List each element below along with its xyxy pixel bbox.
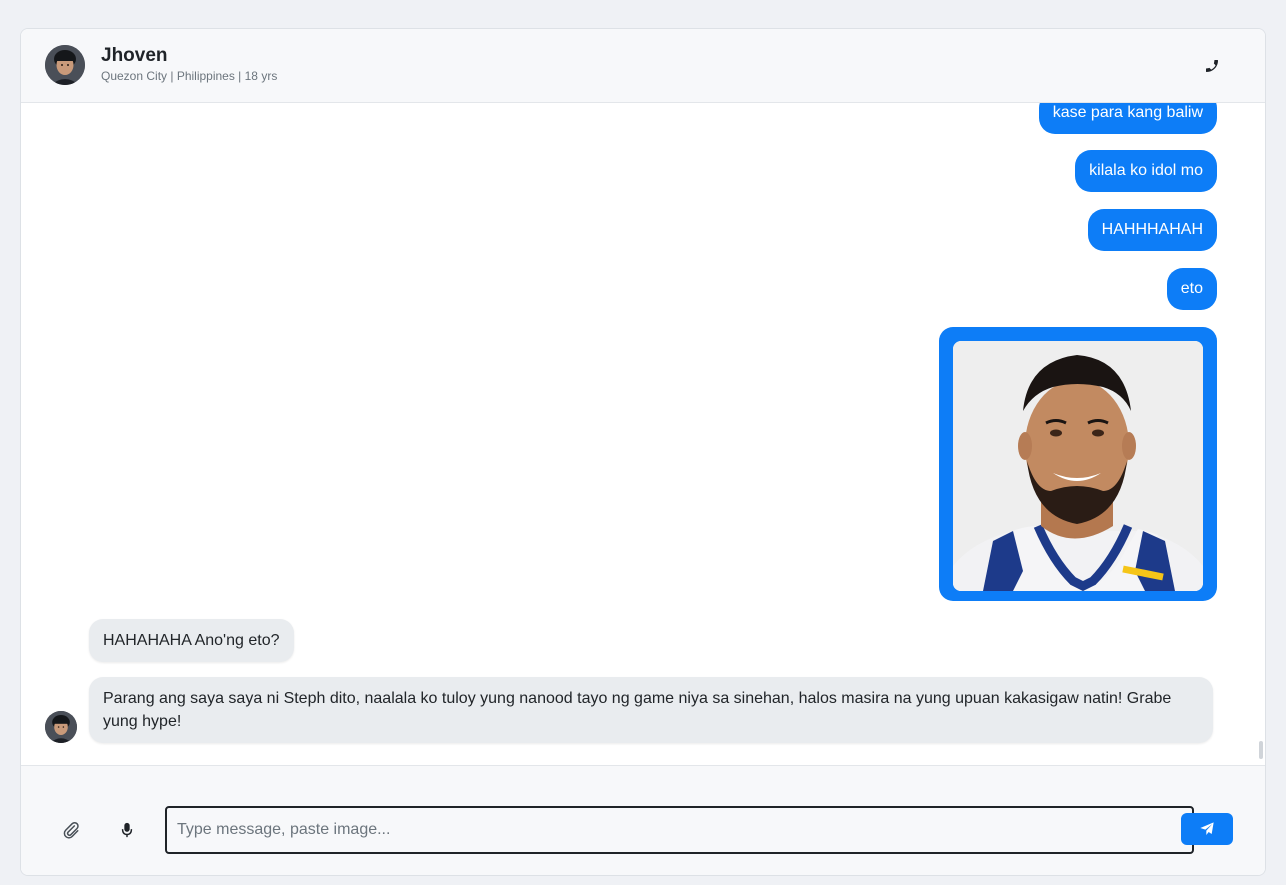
scrollbar-thumb[interactable]: [1259, 741, 1263, 759]
contact-name: Jhoven: [101, 45, 168, 66]
paperclip-icon[interactable]: [59, 818, 83, 842]
sender-avatar[interactable]: [45, 711, 77, 743]
contact-meta: Quezon City | Philippines | 18 yrs: [101, 69, 278, 83]
outgoing-image-message[interactable]: [939, 327, 1217, 601]
message-list[interactable]: kase para kang baliw kilala ko idol mo H…: [21, 103, 1265, 765]
message-composer: [21, 765, 1265, 875]
incoming-message: Parang ang saya saya ni Steph dito, naal…: [89, 677, 1213, 743]
outgoing-message: eto: [1166, 268, 1217, 310]
message-input[interactable]: [165, 806, 1194, 854]
chat-header: Jhoven Quezon City | Philippines | 18 yr…: [21, 29, 1265, 103]
contact-avatar[interactable]: [45, 45, 85, 85]
send-button[interactable]: [1181, 813, 1233, 845]
incoming-message: HAHAHAHA Ano'ng eto?: [89, 619, 294, 662]
shared-photo[interactable]: [953, 341, 1203, 591]
outgoing-message: HAHHHAHAH: [1087, 209, 1217, 251]
outgoing-message: kase para kang baliw: [1038, 103, 1217, 134]
outgoing-message: kilala ko idol mo: [1075, 150, 1217, 192]
chat-window: Jhoven Quezon City | Philippines | 18 yr…: [20, 28, 1266, 876]
phone-icon[interactable]: [1201, 55, 1223, 77]
microphone-icon[interactable]: [115, 818, 139, 842]
paper-plane-icon: [1200, 822, 1214, 835]
